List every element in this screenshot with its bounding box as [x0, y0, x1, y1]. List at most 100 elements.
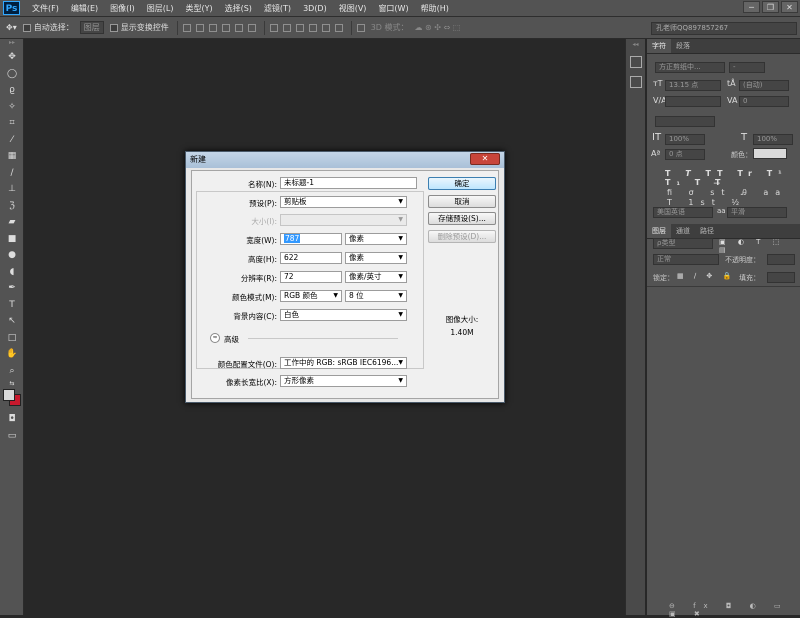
gradient-tool-icon[interactable]: ■	[0, 231, 24, 248]
height-input[interactable]: 622	[280, 252, 342, 264]
distribute-vcenter-icon[interactable]	[282, 23, 291, 32]
rectangle-tool-icon[interactable]: □	[0, 330, 24, 347]
layer-filter-icons[interactable]: ▣ ◐ T ⬚ ▤	[719, 238, 800, 254]
user-account-field[interactable]: 孔老师QQ897857267	[651, 22, 797, 35]
bit-depth-dropdown[interactable]: 8 位 ▼	[345, 290, 407, 302]
lasso-tool-icon[interactable]: ϱ	[0, 82, 24, 99]
language-dropdown[interactable]: 美国英语	[653, 207, 713, 218]
menu-window[interactable]: 窗口(W)	[372, 3, 414, 14]
menu-filter[interactable]: 滤镜(T)	[258, 3, 297, 14]
marquee-tool-icon[interactable]: ◯	[0, 66, 24, 83]
history-panel-icon[interactable]	[629, 56, 642, 68]
screen-mode-icon[interactable]: ▭	[0, 428, 24, 445]
hand-tool-icon[interactable]: ✋	[0, 346, 24, 363]
tab-paths[interactable]: 路径	[695, 224, 719, 238]
brush-tool-icon[interactable]: ∕	[0, 165, 24, 182]
blend-mode-dropdown[interactable]: 正常	[653, 254, 719, 265]
align-right-icon[interactable]	[247, 23, 256, 32]
path-selection-tool-icon[interactable]: ↖	[0, 313, 24, 330]
kerning-field[interactable]	[665, 96, 721, 107]
menu-view[interactable]: 视图(V)	[333, 3, 373, 14]
opacity-field[interactable]	[767, 254, 795, 265]
size-dropdown[interactable]: ▼	[280, 214, 407, 226]
distribute-right-icon[interactable]	[334, 23, 343, 32]
actions-panel-icon[interactable]	[629, 76, 642, 88]
width-unit-dropdown[interactable]: 像素 ▼	[345, 233, 407, 245]
distribute-left-icon[interactable]	[308, 23, 317, 32]
background-dropdown[interactable]: 白色 ▼	[280, 309, 407, 321]
magic-wand-tool-icon[interactable]: ✧	[0, 99, 24, 116]
fill-field[interactable]	[767, 272, 795, 283]
type-tool-icon[interactable]: T	[0, 297, 24, 314]
pixel-aspect-dropdown[interactable]: 方形像素 ▼	[280, 375, 407, 387]
tab-paragraph[interactable]: 段落	[671, 39, 695, 53]
restore-button[interactable]: ❐	[762, 1, 779, 13]
move-tool-icon[interactable]: ✥	[0, 49, 24, 66]
menu-help[interactable]: 帮助(H)	[415, 3, 455, 14]
name-input[interactable]: 未标题-1	[280, 177, 417, 189]
distribute-bottom-icon[interactable]	[295, 23, 304, 32]
align-vcenter-icon[interactable]	[195, 23, 204, 32]
horizontal-scale-field[interactable]: 100%	[753, 134, 793, 145]
delete-preset-button[interactable]: 删除预设(D)...	[428, 230, 496, 243]
font-family-dropdown[interactable]: 方正剪纸中...	[655, 62, 725, 73]
menu-select[interactable]: 选择(S)	[219, 3, 258, 14]
menu-type[interactable]: 类型(Y)	[179, 3, 218, 14]
font-size-field[interactable]: 13.15 点	[665, 80, 721, 91]
resolution-unit-dropdown[interactable]: 像素/英寸 ▼	[345, 271, 407, 283]
lock-icons[interactable]: ▦ ∕ ✥ 🔒	[677, 272, 735, 280]
height-unit-dropdown[interactable]: 像素 ▼	[345, 252, 407, 264]
eyedropper-tool-icon[interactable]: ⁄	[0, 132, 24, 149]
dodge-tool-icon[interactable]: ◖	[0, 264, 24, 281]
menu-edit[interactable]: 编辑(E)	[65, 3, 104, 14]
text-style-buttons[interactable]: T T TT Tr T¹ T₁ T T̶	[665, 169, 800, 187]
width-input[interactable]: 787	[280, 233, 342, 245]
layer-filter-dropdown[interactable]: ρ类型	[653, 238, 713, 249]
menu-file[interactable]: 文件(F)	[26, 3, 65, 14]
close-window-button[interactable]: ✕	[781, 1, 798, 13]
foreground-color-swatch[interactable]	[3, 389, 15, 401]
history-brush-tool-icon[interactable]: ℨ	[0, 198, 24, 215]
zoom-tool-icon[interactable]: ⌕	[0, 363, 24, 380]
tab-channels[interactable]: 通道	[671, 224, 695, 238]
panel-expand-icon[interactable]: ◂◂	[626, 41, 645, 48]
auto-align-icon[interactable]	[356, 23, 365, 32]
distribute-top-icon[interactable]	[269, 23, 278, 32]
healing-brush-tool-icon[interactable]: ▦	[0, 148, 24, 165]
layer-panel-footer-icons[interactable]: ⊖ fx ◘ ◐ ▭ ▣ ✖	[669, 602, 800, 618]
align-bottom-icon[interactable]	[208, 23, 217, 32]
eraser-tool-icon[interactable]: ▰	[0, 214, 24, 231]
auto-select-checkbox[interactable]: 自动选择：	[22, 22, 74, 33]
vertical-scale-field[interactable]: 100%	[665, 134, 705, 145]
quick-mask-icon[interactable]: ◘	[0, 411, 24, 428]
move-tool-icon[interactable]: ✥▾	[6, 23, 17, 32]
opentype-buttons[interactable]: ﬁ σ st Ꭿ aa T 1st ½	[667, 188, 800, 207]
distribute-hcenter-icon[interactable]	[321, 23, 330, 32]
tracking-field[interactable]: 0	[739, 96, 789, 107]
crop-tool-icon[interactable]: ⌗	[0, 115, 24, 132]
tab-character[interactable]: 字符	[647, 39, 671, 53]
advanced-toggle-icon[interactable]: ≈	[210, 333, 220, 343]
antialias-dropdown[interactable]: 平滑	[727, 207, 787, 218]
proportional-spacing-field[interactable]	[655, 116, 715, 127]
toolbar-collapse-icon[interactable]: ▸▸	[0, 39, 24, 49]
menu-3d[interactable]: 3D(D)	[297, 4, 333, 13]
stamp-tool-icon[interactable]: ⊥	[0, 181, 24, 198]
font-style-dropdown[interactable]: -	[729, 62, 765, 73]
ok-button[interactable]: 确定	[428, 177, 496, 190]
align-top-icon[interactable]	[182, 23, 191, 32]
align-hcenter-icon[interactable]	[234, 23, 243, 32]
dialog-close-button[interactable]: ✕	[470, 153, 500, 165]
auto-select-target-dropdown[interactable]: 图层	[79, 21, 104, 34]
baseline-shift-field[interactable]: 0 点	[665, 149, 705, 160]
align-left-icon[interactable]	[221, 23, 230, 32]
leading-field[interactable]: (自动)	[739, 80, 789, 91]
tab-layers[interactable]: 图层	[647, 224, 671, 238]
pen-tool-icon[interactable]: ✒	[0, 280, 24, 297]
cancel-button[interactable]: 取消	[428, 195, 496, 208]
text-color-swatch[interactable]	[753, 148, 787, 159]
preset-dropdown[interactable]: 剪贴板 ▼	[280, 196, 407, 208]
menu-image[interactable]: 图像(I)	[104, 3, 141, 14]
show-transform-checkbox[interactable]: 显示变换控件	[109, 22, 169, 33]
save-preset-button[interactable]: 存储预设(S)...	[428, 212, 496, 225]
